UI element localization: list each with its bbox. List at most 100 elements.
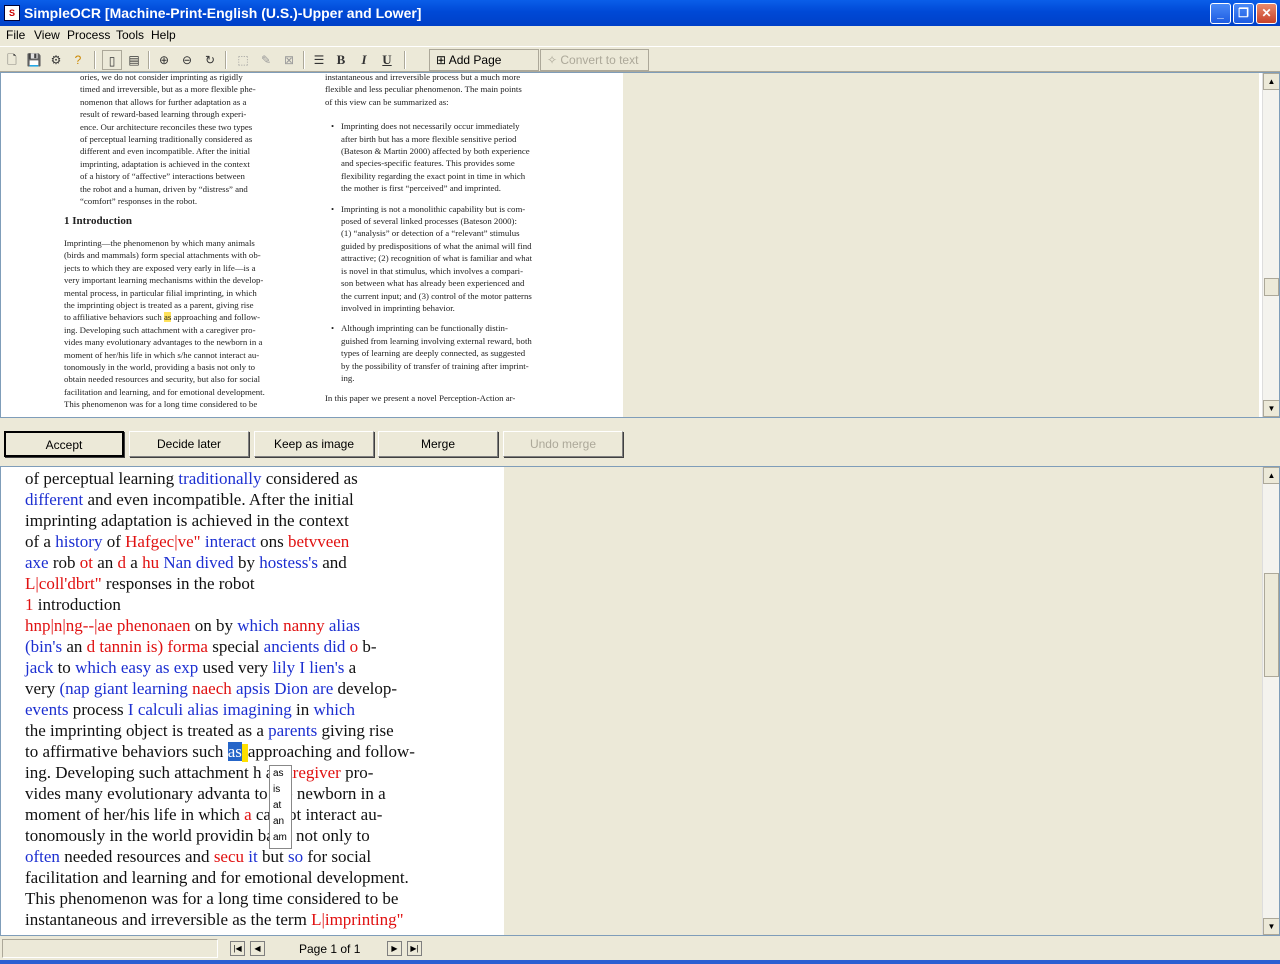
ocr-line[interactable]: imprinting adaptation is achieved in the… [25, 511, 349, 531]
dictionary-word[interactable]: different [25, 490, 83, 509]
menu-process[interactable]: Process [67, 28, 110, 42]
ocr-line[interactable]: of a history of Hafgec|ve" interact ons … [25, 532, 349, 552]
dictionary-word[interactable]: lily I lien's [272, 658, 344, 677]
scroll-up-icon[interactable]: ▲ [1263, 467, 1279, 484]
dictionary-word[interactable]: hostess's [259, 553, 318, 572]
suspect-word[interactable]: d [118, 553, 127, 572]
ocr-line[interactable]: axe rob ot an d a hu Nan dived by hostes… [25, 553, 347, 573]
dictionary-word[interactable]: (bin's [25, 637, 62, 656]
ocr-line[interactable]: L|coll'dbrt" responses in the robot [25, 574, 255, 594]
title-bar[interactable]: S SimpleOCR [Machine-Print-English (U.S.… [0, 0, 1280, 26]
ocr-line[interactable]: different and even incompatible. After t… [25, 490, 354, 510]
ocr-line[interactable]: very (nap giant learning naech apsis Dio… [25, 679, 397, 699]
undo-merge-button[interactable]: Undo merge [503, 431, 623, 457]
ocr-line[interactable]: jack to which easy as exp used very lily… [25, 658, 356, 678]
convert-to-text-button[interactable]: ✧ Convert to text [540, 49, 649, 71]
new-document-icon[interactable]: 🗋 [2, 50, 22, 70]
suspect-word[interactable]: a [244, 805, 252, 824]
scroll-up-icon[interactable]: ▲ [1263, 73, 1279, 90]
ocr-line[interactable]: often needed resources and secu it but s… [25, 847, 371, 867]
ocr-line[interactable]: moment of her/his life in which a cannot… [25, 805, 382, 825]
dictionary-word[interactable]: events [25, 700, 68, 719]
suspect-word[interactable]: L|imprinting" [311, 910, 404, 929]
dictionary-word[interactable]: so [288, 847, 303, 866]
ocr-line[interactable]: This phenomenon was for a long time cons… [25, 889, 398, 909]
next-page-icon[interactable]: ▶ [387, 941, 402, 956]
suspect-word[interactable]: nanny [283, 616, 325, 635]
dictionary-word[interactable]: ancients did [264, 637, 346, 656]
bold-icon[interactable]: B [331, 50, 351, 70]
suspect-word[interactable]: L|coll'dbrt" [25, 574, 102, 593]
ocr-line[interactable]: hnp|n|ng--|ae phenonaen on by which nann… [25, 616, 360, 636]
suspect-word[interactable]: hnp|n|ng--|ae phenonaen [25, 616, 191, 635]
delete-region-icon[interactable]: ⊠ [279, 50, 299, 70]
suggestion-item[interactable]: at [273, 798, 291, 814]
suggestion-item[interactable]: is [273, 782, 291, 798]
suggestion-item[interactable]: an [273, 814, 291, 830]
keep-as-image-button[interactable]: Keep as image [254, 431, 374, 457]
dictionary-word[interactable]: jack [25, 658, 53, 677]
text-pane-scrollbar[interactable]: ▲ ▼ [1262, 467, 1279, 935]
help-icon[interactable]: ? [68, 50, 88, 70]
suspect-word[interactable]: secu [214, 847, 244, 866]
ocr-text-pane[interactable]: of perceptual learning traditionally con… [0, 466, 1280, 936]
scanned-image-pane[interactable]: ories, we do not consider imprinting as … [0, 72, 1280, 418]
accept-button[interactable]: Accept [4, 431, 124, 457]
ocr-line[interactable]: events process I calculi alias imagining… [25, 700, 355, 720]
ocr-line[interactable]: ing. Developing such attachment h a care… [25, 763, 373, 783]
suspect-word[interactable]: forma [167, 637, 208, 656]
suspect-word[interactable]: ot [80, 553, 93, 572]
dictionary-word[interactable]: which [313, 700, 355, 719]
dictionary-word[interactable]: apsis Dion are [236, 679, 333, 698]
ocr-line[interactable]: of perceptual learning traditionally con… [25, 469, 358, 489]
ocr-line[interactable]: facilitation and learning and for emotio… [25, 868, 409, 888]
minimize-icon[interactable]: _ [1210, 3, 1231, 24]
restore-icon[interactable]: ❐ [1233, 3, 1254, 24]
suspect-word[interactable]: 1 [25, 595, 34, 614]
dictionary-word[interactable]: often [25, 847, 60, 866]
add-page-button[interactable]: ⊞ Add Page [429, 49, 539, 71]
single-page-icon[interactable]: ▯ [102, 50, 122, 70]
menu-tools[interactable]: Tools [116, 28, 144, 42]
menu-view[interactable]: View [34, 28, 60, 42]
ocr-line[interactable]: vides many evolutionary advanta to the n… [25, 784, 386, 804]
underline-icon[interactable]: U [377, 50, 397, 70]
scroll-down-icon[interactable]: ▼ [1263, 918, 1279, 935]
save-icon[interactable]: 💾 [24, 50, 44, 70]
select-region-icon[interactable]: ⬚ [233, 50, 253, 70]
scan-icon[interactable]: ⚙ [46, 50, 66, 70]
suspect-word[interactable]: betvveen [288, 532, 349, 551]
dictionary-word[interactable]: I calculi alias imagining [128, 700, 292, 719]
dictionary-word[interactable]: it [248, 847, 257, 866]
scroll-thumb[interactable] [1264, 573, 1279, 677]
selected-word[interactable]: as [227, 742, 242, 761]
suspect-word[interactable]: hu [142, 553, 159, 572]
suggestion-item[interactable]: as [273, 766, 291, 782]
suspect-word[interactable]: Hafgec|ve" [125, 532, 200, 551]
suspect-word[interactable]: naech [192, 679, 232, 698]
ocr-line[interactable]: (bin's an d tannin is) forma special anc… [25, 637, 377, 657]
ocr-line[interactable]: tonomously in the world providin basis n… [25, 826, 370, 846]
rotate-icon[interactable]: ↻ [200, 50, 220, 70]
italic-icon[interactable]: I [354, 50, 374, 70]
dictionary-word[interactable]: traditionally [178, 469, 261, 488]
suspect-word[interactable]: o [350, 637, 359, 656]
zoom-out-icon[interactable]: ⊖ [177, 50, 197, 70]
decide-later-button[interactable]: Decide later [129, 431, 249, 457]
menu-file[interactable]: File [6, 28, 25, 42]
dictionary-word[interactable]: axe [25, 553, 49, 572]
ocr-line[interactable]: instantaneous and irreversible as the te… [25, 910, 404, 930]
ocr-line[interactable]: 1 introduction [25, 595, 121, 615]
suspect-word[interactable]: d tannin is) [87, 637, 164, 656]
dictionary-word[interactable]: history [55, 532, 102, 551]
edit-region-icon[interactable]: ✎ [256, 50, 276, 70]
zoom-in-icon[interactable]: ⊕ [154, 50, 174, 70]
image-pane-scrollbar[interactable]: ▲ ▼ [1262, 73, 1279, 417]
dictionary-word[interactable]: interact [205, 532, 256, 551]
prev-page-icon[interactable]: ◀ [250, 941, 265, 956]
menu-help[interactable]: Help [151, 28, 176, 42]
dictionary-word[interactable]: parents [268, 721, 317, 740]
close-icon[interactable]: ✕ [1256, 3, 1277, 24]
dictionary-word[interactable]: which [237, 616, 279, 635]
first-page-icon[interactable]: |◀ [230, 941, 245, 956]
